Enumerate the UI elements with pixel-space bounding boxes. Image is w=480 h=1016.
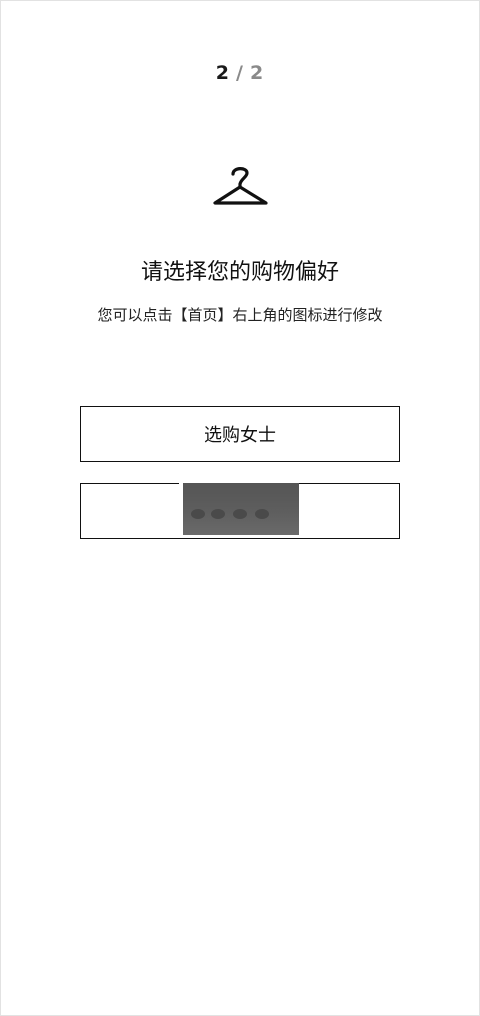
shop-women-button[interactable]: 选购女士 xyxy=(80,406,400,462)
redacted-label-image xyxy=(179,483,299,536)
step-separator: / xyxy=(236,62,244,84)
step-current: 2 xyxy=(215,62,231,84)
hanger-icon xyxy=(211,162,271,212)
shop-women-label: 选购女士 xyxy=(204,425,276,446)
step-indicator: 2/2 xyxy=(0,62,480,84)
step-total: 2 xyxy=(249,62,265,84)
shop-men-button[interactable] xyxy=(80,483,400,539)
page-title: 请选择您的购物偏好 xyxy=(140,260,339,285)
page-subtitle: 您可以点击【首页】右上角的图标进行修改 xyxy=(97,306,383,324)
